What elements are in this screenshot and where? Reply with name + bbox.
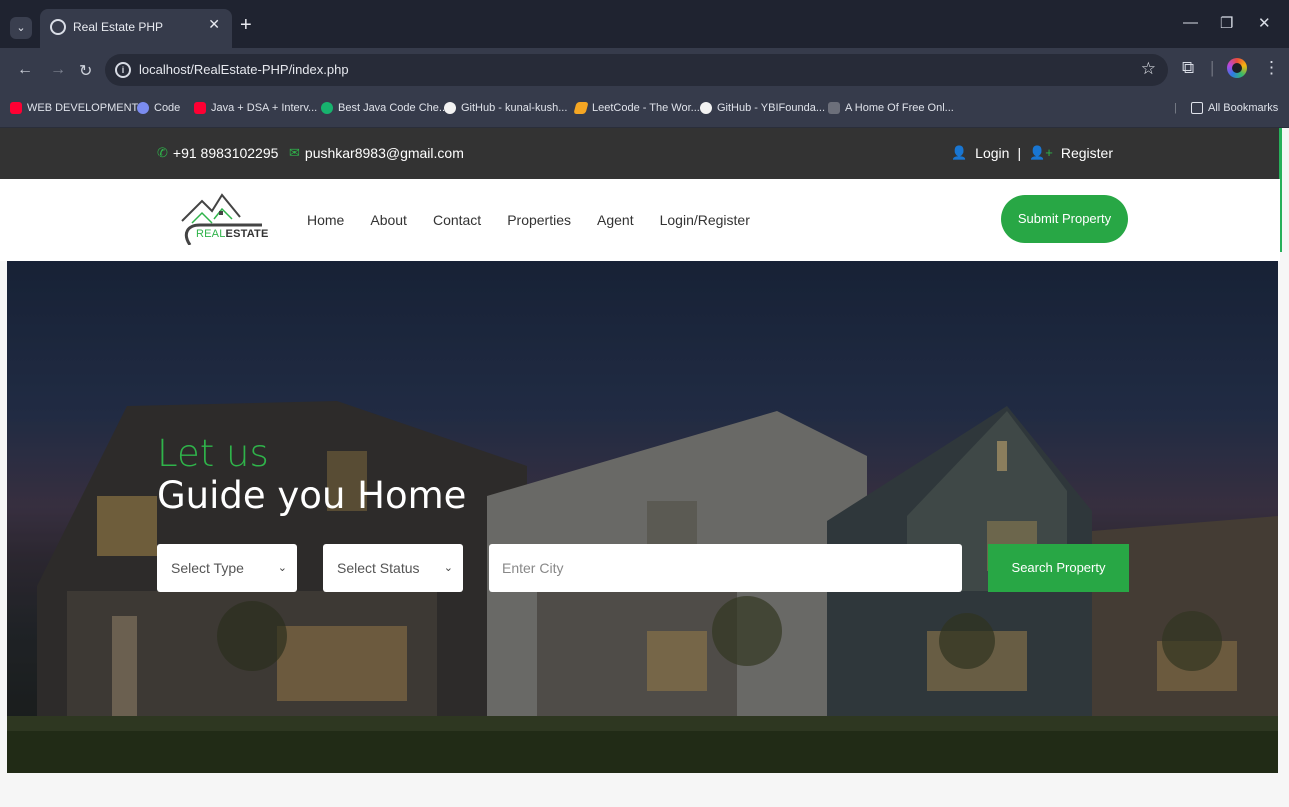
- hero-tagline-white: Guide you Home: [157, 474, 467, 517]
- email-address: pushkar8983@gmail.com: [304, 145, 464, 161]
- user-icon: 👤: [950, 145, 968, 160]
- email-contact[interactable]: ✉ pushkar8983@gmail.com: [289, 145, 464, 161]
- nav-contact[interactable]: Contact: [433, 212, 481, 228]
- extensions-icon[interactable]: ⧉: [1182, 58, 1194, 78]
- bookmark-item[interactable]: GitHub - kunal-kush...: [444, 102, 567, 114]
- profile-avatar[interactable]: [1227, 58, 1247, 78]
- chevron-down-icon: ⌄: [277, 562, 287, 574]
- bookmark-item[interactable]: LeetCode - The Wor...: [573, 102, 700, 114]
- tab-title: Real Estate PHP: [73, 20, 164, 34]
- bookmarks-bar: WEB DEVELOPMENT Code Java + DSA + Interv…: [0, 92, 1289, 128]
- chevron-down-icon: ⌄: [443, 562, 453, 574]
- phone-number: +91 8983102295: [172, 145, 279, 161]
- forward-icon[interactable]: →: [50, 61, 66, 79]
- search-property-button[interactable]: Search Property: [988, 544, 1129, 592]
- user-plus-icon: 👤+: [1029, 145, 1053, 160]
- bookmarks-divider: |: [1174, 102, 1177, 114]
- browser-toolbar: ← → ↻ i localhost/RealEstate-PHP/index.p…: [0, 48, 1289, 92]
- type-select-value: Select Type: [171, 560, 244, 576]
- youtube-icon: [10, 102, 22, 114]
- nav-login-register[interactable]: Login/Register: [660, 212, 750, 228]
- globe-icon: [50, 19, 66, 35]
- nav-home[interactable]: Home: [307, 212, 344, 228]
- all-bookmarks[interactable]: All Bookmarks: [1191, 102, 1278, 114]
- bookmark-star-icon[interactable]: ☆: [1141, 59, 1156, 79]
- github-icon: [700, 102, 712, 114]
- nav-properties[interactable]: Properties: [507, 212, 571, 228]
- restore-icon[interactable]: ❐: [1220, 14, 1233, 32]
- code-icon: [137, 102, 149, 114]
- browser-tabstrip: ⌄ Real Estate PHP ✕ + — ❐ ✕: [0, 0, 1289, 48]
- phone-contact[interactable]: ✆ +91 8983102295: [157, 145, 278, 161]
- site-info-icon[interactable]: i: [115, 62, 131, 78]
- city-input[interactable]: Enter City: [489, 544, 962, 592]
- register-link[interactable]: Register: [1061, 145, 1113, 161]
- envelope-icon: ✉: [289, 145, 300, 160]
- home-icon: [828, 102, 840, 114]
- url-text: localhost/RealEstate-PHP/index.php: [139, 62, 349, 77]
- type-select[interactable]: Select Type ⌄: [157, 544, 297, 592]
- status-select-value: Select Status: [337, 560, 420, 576]
- bookmark-item[interactable]: WEB DEVELOPMENT: [10, 102, 138, 114]
- bookmark-item[interactable]: Code: [137, 102, 180, 114]
- close-tab-icon[interactable]: ✕: [208, 16, 220, 33]
- bookmark-item[interactable]: Java + DSA + Interv...: [194, 102, 317, 114]
- hero-overlay: [7, 261, 1278, 773]
- toolbar-divider: |: [1210, 58, 1215, 77]
- auth-links: 👤 Login | 👤+ Register: [951, 145, 1113, 161]
- main-menu: Home About Contact Properties Agent Logi…: [307, 212, 750, 228]
- bookmark-item[interactable]: Best Java Code Che...: [321, 102, 448, 114]
- close-window-icon[interactable]: ✕: [1258, 14, 1271, 32]
- minimize-icon[interactable]: —: [1183, 14, 1198, 31]
- more-menu-icon[interactable]: ⋮: [1263, 58, 1280, 78]
- new-tab-button[interactable]: +: [240, 14, 252, 37]
- status-select[interactable]: Select Status ⌄: [323, 544, 463, 592]
- github-icon: [444, 102, 456, 114]
- login-link[interactable]: Login: [975, 145, 1009, 161]
- main-navbar: REALESTATE Home About Contact Properties…: [0, 179, 1280, 261]
- submit-property-button[interactable]: Submit Property: [1001, 195, 1128, 243]
- bookmark-item[interactable]: A Home Of Free Onl...: [828, 102, 954, 114]
- contact-topbar: ✆ +91 8983102295 ✉ pushkar8983@gmail.com…: [0, 128, 1280, 179]
- hero-tagline-green: Let us: [157, 432, 269, 475]
- phone-icon: ✆: [157, 145, 168, 160]
- browser-tab[interactable]: Real Estate PHP ✕: [40, 9, 232, 48]
- bookmark-icon: [321, 102, 333, 114]
- folder-icon: [1191, 102, 1203, 114]
- back-icon[interactable]: ←: [17, 61, 33, 79]
- logo-wordmark: REALESTATE: [196, 228, 269, 240]
- bookmark-item[interactable]: GitHub - YBIFounda...: [700, 102, 825, 114]
- nav-about[interactable]: About: [370, 212, 407, 228]
- web-page: ✆ +91 8983102295 ✉ pushkar8983@gmail.com…: [0, 128, 1289, 807]
- youtube-icon: [194, 102, 206, 114]
- reload-icon[interactable]: ↻: [79, 61, 92, 81]
- hero-banner: Let us Guide you Home Select Type ⌄ Sele…: [7, 261, 1278, 773]
- auth-separator: |: [1017, 145, 1022, 161]
- tab-search-icon[interactable]: ⌄: [10, 17, 32, 39]
- leetcode-icon: [573, 102, 589, 114]
- nav-agent[interactable]: Agent: [597, 212, 634, 228]
- address-bar[interactable]: i localhost/RealEstate-PHP/index.php ☆: [105, 54, 1168, 86]
